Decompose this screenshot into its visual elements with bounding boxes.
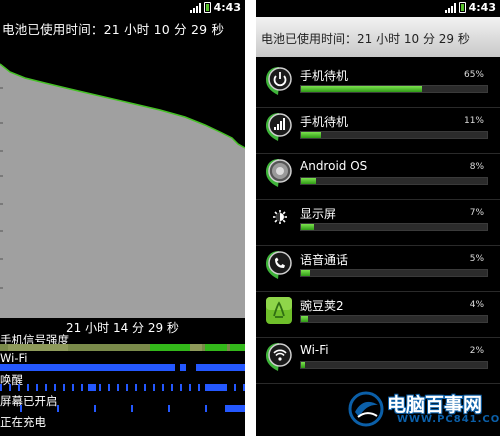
battery-history-screen: 4:43 电池已使用时间：21 小时 10 分 29 秒 21 小时 14 分 … [0, 0, 245, 436]
status-bar: 4:43 [0, 0, 245, 17]
usage-bar-fill [301, 316, 309, 322]
item-percent: 65% [463, 70, 484, 80]
list-item[interactable]: 手机待机 65% [256, 62, 500, 108]
item-percent: 11% [463, 116, 484, 126]
wifi-track [0, 364, 245, 371]
wandoujia-app-icon [266, 297, 292, 324]
awake-track [0, 384, 245, 391]
power-icon [266, 67, 292, 95]
phone-icon [266, 251, 292, 279]
brightness-icon [273, 210, 287, 224]
watermark-text: 电脑百事网 [387, 394, 483, 416]
item-name: 语音通话 [300, 253, 349, 267]
usage-bar-fill [301, 178, 316, 184]
site-watermark: 电脑百事网 WWW.PC841.COM [345, 388, 500, 436]
wifi-icon [266, 343, 292, 371]
item-percent: 4% [469, 300, 484, 310]
item-name: 手机待机 [300, 69, 349, 83]
track-label-wifi: Wi-Fi [0, 351, 28, 365]
usage-bar-fill [301, 270, 311, 276]
battery-usage-header[interactable]: 电池已使用时间：21 小时 10 分 29 秒 [256, 17, 500, 57]
item-percent: 8% [469, 162, 484, 172]
list-item[interactable]: 显示屏 7% [256, 200, 500, 246]
list-item[interactable]: Android OS 8% [256, 154, 500, 200]
usage-bar-fill [301, 86, 422, 92]
usage-bar-fill [301, 224, 315, 230]
signal-strength-track [0, 344, 245, 351]
usage-bar [300, 177, 488, 185]
usage-bar [300, 269, 488, 277]
usage-bar-fill [301, 362, 305, 368]
usage-bar-fill [301, 132, 322, 138]
usage-bar [300, 85, 488, 93]
item-name: 豌豆荚2 [300, 299, 344, 313]
item-name: Wi-Fi [300, 343, 329, 357]
item-name: Android OS [300, 159, 368, 173]
screen-on-track [0, 405, 245, 412]
signal-bars-icon [266, 113, 292, 141]
battery-usage-list-screen: 4:43 电池已使用时间：21 小时 10 分 29 秒 手机待机 65% 手机… [256, 0, 500, 436]
usage-bar [300, 361, 488, 369]
clock: 4:43 [213, 1, 241, 14]
status-bar-right: 4:43 [256, 0, 500, 17]
battery-level-graph [0, 48, 245, 318]
item-percent: 7% [469, 208, 484, 218]
track-label-charging: 正在充电 [0, 415, 46, 429]
android-os-icon [266, 159, 292, 187]
item-name: 手机待机 [300, 115, 349, 129]
list-item[interactable]: 手机待机 11% [256, 108, 500, 154]
battery-icon [458, 2, 466, 13]
item-percent: 2% [469, 346, 484, 356]
clock: 4:43 [468, 1, 496, 14]
signal-strength-icon [444, 2, 456, 13]
watermark-logo-icon [348, 391, 384, 427]
item-percent: 5% [469, 254, 484, 264]
battery-icon [203, 2, 211, 13]
signal-strength-icon [189, 2, 201, 13]
usage-bar [300, 131, 488, 139]
list-item[interactable]: 豌豆荚2 4% [256, 292, 500, 338]
watermark-url: WWW.PC841.COM [397, 414, 500, 425]
usage-bar [300, 223, 488, 231]
battery-usage-time-title: 电池已使用时间：21 小时 10 分 29 秒 [2, 22, 225, 37]
item-name: 显示屏 [300, 207, 337, 221]
list-item[interactable]: 语音通话 5% [256, 246, 500, 292]
usage-bar [300, 315, 488, 323]
list-item[interactable]: Wi-Fi 2% [256, 338, 500, 384]
